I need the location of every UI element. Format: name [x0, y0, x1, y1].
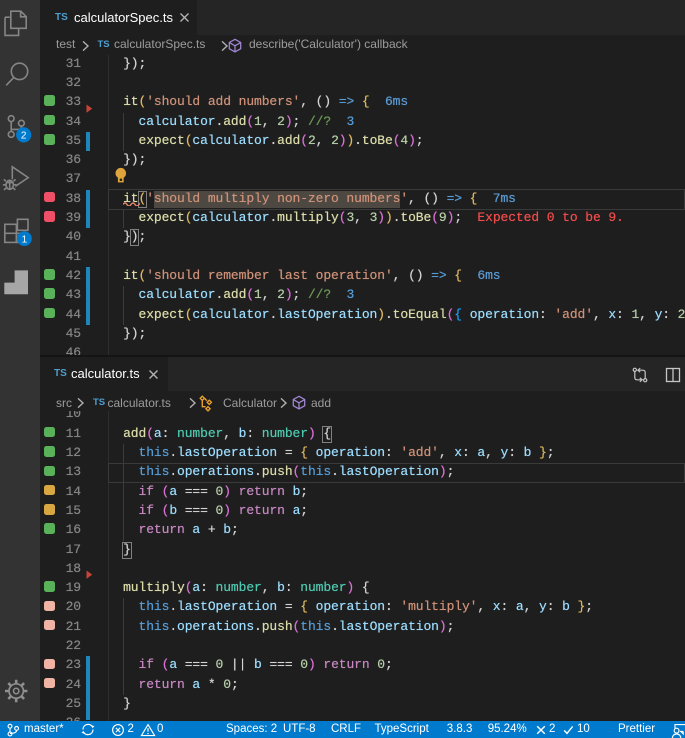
svg-text:2: 2	[21, 131, 27, 142]
svg-text:1: 1	[22, 234, 28, 245]
